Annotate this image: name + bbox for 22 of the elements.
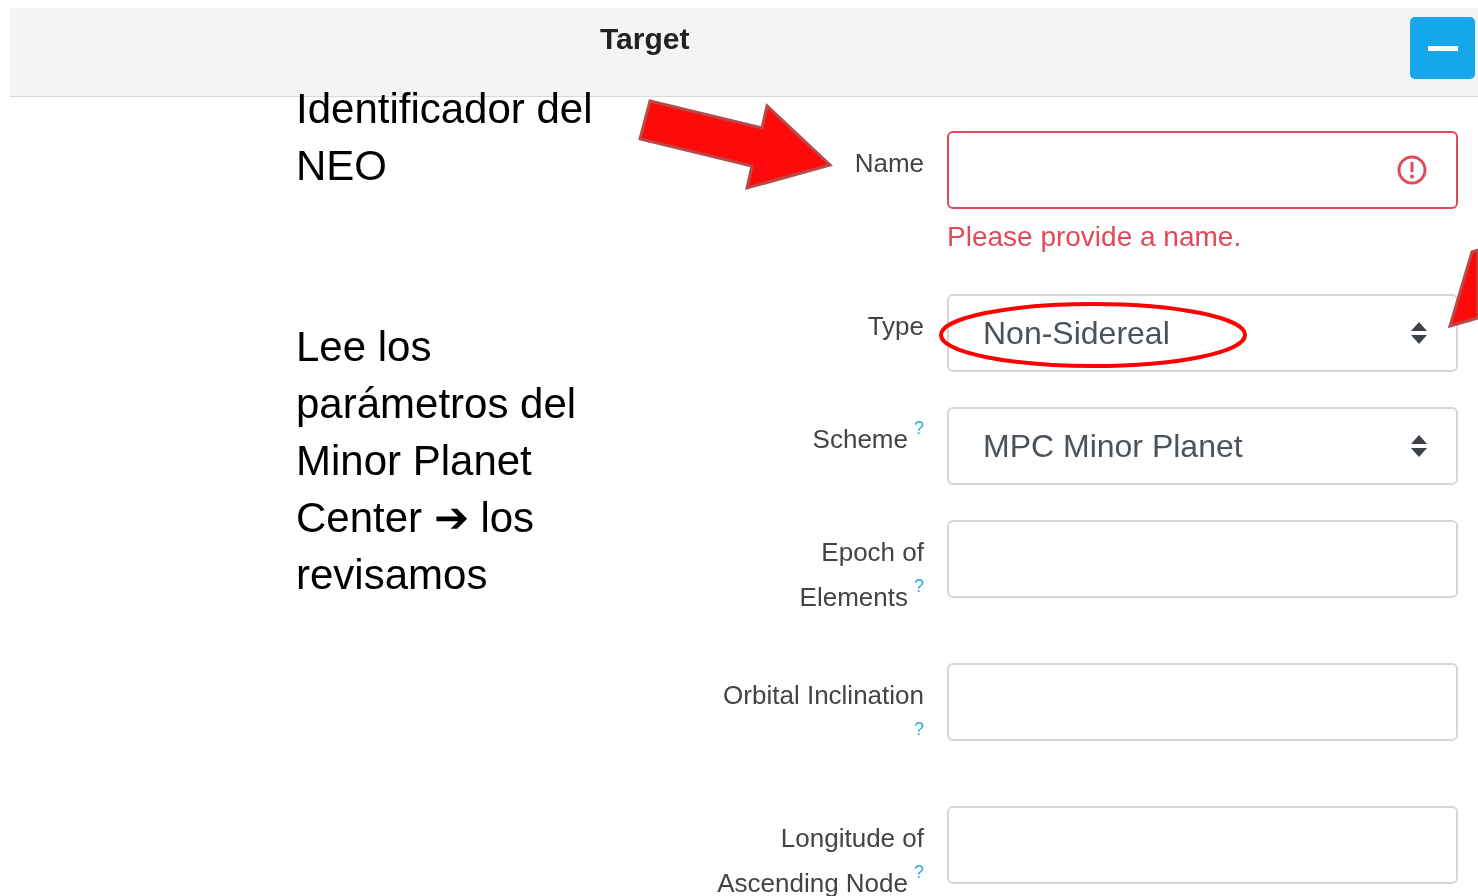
error-message: Please provide a name.	[947, 220, 1243, 254]
annotation-text: Lee los parámetros del Minor Planet Center ➔ los revisamos	[296, 322, 578, 600]
field-label: Name	[854, 147, 924, 180]
field-label: Epoch of	[821, 536, 924, 569]
exclamation-icon	[1396, 154, 1428, 186]
help-link[interactable]: ?	[914, 862, 924, 882]
field-label: Longitude of	[780, 822, 924, 855]
field-label: Type	[867, 310, 924, 343]
collapse-button[interactable]	[1410, 17, 1475, 79]
input-field[interactable]	[947, 131, 1458, 209]
help-link[interactable]: ?	[914, 719, 924, 739]
field-label: Scheme $^{?}$	[812, 417, 924, 456]
help-link[interactable]: ?	[914, 418, 924, 438]
field-label: Orbital Inclination	[723, 679, 924, 712]
help-link[interactable]: ?	[914, 576, 924, 596]
annotation-text: Identificador del NEO	[296, 84, 594, 191]
header-title: Target	[600, 22, 690, 56]
sort-carets-icon	[1410, 321, 1428, 345]
sort-carets-icon	[1410, 434, 1428, 458]
minus-icon	[1427, 45, 1458, 51]
field-label: Elements $^{?}$	[799, 575, 924, 614]
select-field[interactable]: MPC Minor Planet	[947, 407, 1458, 485]
